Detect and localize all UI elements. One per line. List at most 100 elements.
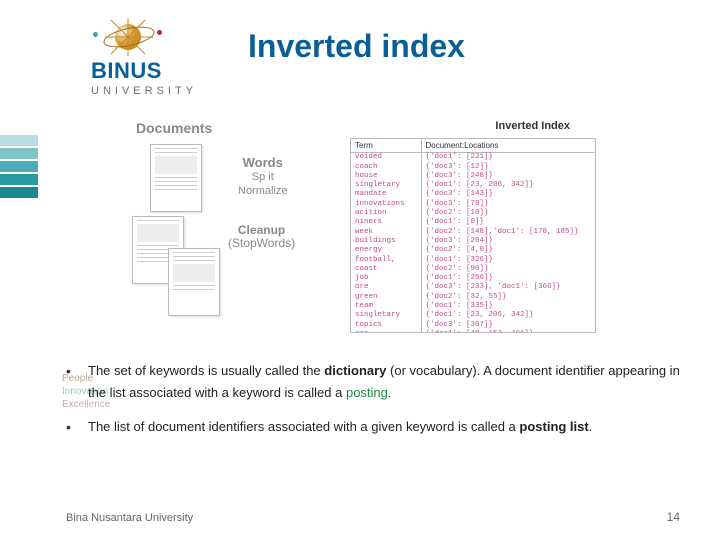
cleanup-sub: (StopWords)	[228, 237, 295, 250]
logo-graphic	[105, 18, 165, 56]
term-cell: acition	[351, 209, 421, 218]
table-row: week{'doc2': [148],'doc1': [178, 185]}	[351, 228, 595, 237]
term-cell: team	[351, 302, 421, 311]
accent-bar	[0, 148, 38, 159]
term-posting: posting	[346, 385, 388, 400]
table-row: house{'doc3': [248]}	[351, 172, 595, 181]
locations-cell: {'doc1': [335]}	[421, 302, 595, 311]
locations-cell: {'doc1': [48, 153, 401]}	[421, 330, 595, 333]
locations-cell: {'doc1': [221]}	[421, 153, 595, 163]
term-cell: football,	[351, 256, 421, 265]
locations-cell: {'doc2': [32, 55]}	[421, 293, 595, 302]
table-row: ore{'doc3': [233], 'doc1': [366]}	[351, 283, 595, 292]
accent-bar	[0, 135, 38, 146]
locations-cell: {'doc3': [143]}	[421, 190, 595, 199]
term-cell: niners	[351, 218, 421, 227]
words-line: Normalize	[238, 184, 288, 198]
term-cell: green	[351, 293, 421, 302]
slide-title: Inverted index	[248, 28, 465, 65]
logo-name: BINUS	[91, 58, 235, 84]
col-locations: Document:Locations	[421, 139, 595, 153]
bullet-item: The list of document identifiers associa…	[62, 416, 680, 438]
term-dictionary: dictionary	[324, 363, 386, 378]
bullet-text: .	[388, 385, 392, 400]
locations-cell: {'doc1': [23, 206, 342]}	[421, 181, 595, 190]
slide: BINUS UNIVERSITY Inverted index Inverted…	[0, 0, 720, 540]
table-row: coast{'doc2': [90]}	[351, 265, 595, 274]
locations-cell: {'doc2': [10]}	[421, 209, 595, 218]
locations-cell: {'doc3': [78]}	[421, 200, 595, 209]
locations-cell: {'doc1': [256]}	[421, 274, 595, 283]
bullet-list: The set of keywords is usually called th…	[62, 360, 680, 450]
term-cell: buildings	[351, 237, 421, 246]
footer-org: Bina Nusantara University	[66, 512, 193, 524]
table-row: team{'doc1': [335]}	[351, 302, 595, 311]
accent-bar	[0, 174, 38, 185]
term-cell: energy	[351, 246, 421, 255]
table-row: job{'doc1': [256]}	[351, 274, 595, 283]
table-row: mandate{'doc3': [143]}	[351, 190, 595, 199]
term-posting-list: posting list	[519, 419, 588, 434]
locations-cell: {'doc2': [4,0]}	[421, 246, 595, 255]
term-cell: singletary	[351, 181, 421, 190]
term-cell: san	[351, 330, 421, 333]
table-row: niners{'doc1': [0]}	[351, 218, 595, 227]
table-row: coach{'doc3': [12]}	[351, 163, 595, 172]
locations-cell: {'doc1': [0]}	[421, 218, 595, 227]
document-thumb-icon	[150, 144, 202, 212]
term-cell: ore	[351, 283, 421, 292]
logo-sub: UNIVERSITY	[91, 85, 235, 97]
term-cell: coach	[351, 163, 421, 172]
table-row: san{'doc1': [48, 153, 401]}	[351, 330, 595, 333]
term-cell: job	[351, 274, 421, 283]
locations-cell: {'doc3': [307]}	[421, 321, 595, 330]
locations-cell: {'doc1': [326]}	[421, 256, 595, 265]
term-cell: week	[351, 228, 421, 237]
logo-rays-icon	[105, 18, 165, 56]
term-cell: house	[351, 172, 421, 181]
table-row: energy{'doc2': [4,0]}	[351, 246, 595, 255]
term-cell: topics	[351, 321, 421, 330]
locations-cell: {'doc1': [23, 206, 342]}	[421, 311, 595, 320]
bullet-text: .	[589, 419, 593, 434]
table-row: acition{'doc2': [10]}	[351, 209, 595, 218]
table-row: innovations{'doc3': [78]}	[351, 200, 595, 209]
col-term: Term	[351, 139, 421, 153]
document-thumb-icon	[168, 248, 220, 316]
page-number: 14	[667, 510, 680, 524]
inverted-index-table: Term Document:Locations voided{'doc1': […	[350, 138, 596, 333]
table-row: singletary{'doc1': [23, 206, 342]}	[351, 311, 595, 320]
term-cell: innovations	[351, 200, 421, 209]
cleanup-step: Cleanup (StopWords)	[228, 224, 295, 250]
bullet-text: The list of document identifiers associa…	[88, 419, 519, 434]
locations-cell: {'doc3': [233], 'doc1': [366]}	[421, 283, 595, 292]
term-cell: mandate	[351, 190, 421, 199]
accent-bar	[0, 187, 38, 198]
diagram-title: Inverted Index	[495, 120, 570, 132]
words-heading: Words	[238, 156, 288, 170]
locations-cell: {'doc3': [12]}	[421, 163, 595, 172]
documents-label: Documents	[136, 120, 212, 136]
diagram: Inverted Index Documents Words Sp it Nor…	[128, 118, 608, 343]
table-row: green{'doc2': [32, 55]}	[351, 293, 595, 302]
table-row: buildings{'doc3': [204]}	[351, 237, 595, 246]
words-line: Sp it	[238, 170, 288, 184]
term-cell: coast	[351, 265, 421, 274]
logo-dot-icon	[93, 32, 98, 37]
term-cell: singletary	[351, 311, 421, 320]
bullet-text: The set of keywords is usually called th…	[88, 363, 324, 378]
term-cell: voided	[351, 153, 421, 163]
table-row: voided{'doc1': [221]}	[351, 153, 595, 163]
accent-bar	[0, 161, 38, 172]
bullet-item: The set of keywords is usually called th…	[62, 360, 680, 404]
accent-bars	[0, 135, 38, 200]
table-row: football,{'doc1': [326]}	[351, 256, 595, 265]
binus-logo: BINUS UNIVERSITY	[85, 18, 235, 97]
locations-cell: {'doc3': [204]}	[421, 237, 595, 246]
table-row: singletary{'doc1': [23, 206, 342]}	[351, 181, 595, 190]
locations-cell: {'doc2': [90]}	[421, 265, 595, 274]
table-row: topics{'doc3': [307]}	[351, 321, 595, 330]
locations-cell: {'doc2': [148],'doc1': [178, 185]}	[421, 228, 595, 237]
words-step: Words Sp it Normalize	[238, 156, 288, 198]
locations-cell: {'doc3': [248]}	[421, 172, 595, 181]
